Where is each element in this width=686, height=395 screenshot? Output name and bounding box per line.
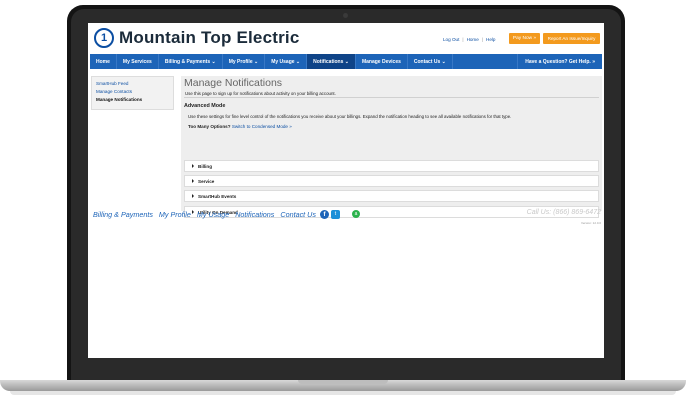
footer-link-my-profile[interactable]: My Profile bbox=[159, 210, 191, 219]
logo-text: Mountain Top Electric bbox=[119, 28, 300, 47]
page-subtitle: Use this page to sign up for notificatio… bbox=[185, 91, 336, 96]
nav-home[interactable]: Home bbox=[90, 54, 117, 69]
nav-my-services[interactable]: My Services bbox=[117, 54, 159, 69]
caret-right-icon bbox=[192, 164, 194, 168]
mode-heading: Advanced Mode bbox=[184, 103, 226, 109]
switch-condensed-mode-link[interactable]: Switch to Condensed Mode » bbox=[232, 124, 292, 129]
too-many-options: Too Many Options? Switch to Condensed Mo… bbox=[188, 124, 292, 129]
footer-link-billing-payments[interactable]: Billing & Payments bbox=[93, 210, 153, 219]
facebook-icon[interactable]: f bbox=[319, 209, 329, 219]
report-issue-button[interactable]: Report An Issue/Inquiry bbox=[543, 33, 600, 44]
nav-contact-us[interactable]: Contact Us ⌄ bbox=[408, 54, 453, 69]
nav-get-help[interactable]: Have a Question? Get Help. » bbox=[518, 59, 602, 65]
log-out-link[interactable]: Log Out bbox=[443, 37, 459, 42]
site-header: 1 Mountain Top Electric Log Out | Home |… bbox=[88, 23, 604, 53]
accordion-label: Billing bbox=[198, 163, 213, 169]
caret-right-icon bbox=[192, 179, 194, 183]
logo[interactable]: 1 Mountain Top Electric bbox=[94, 28, 300, 48]
footer-link-my-usage[interactable]: My Usage bbox=[197, 210, 229, 219]
nav-billing-payments[interactable]: Billing & Payments ⌄ bbox=[159, 54, 223, 69]
logo-icon: 1 bbox=[94, 28, 114, 48]
accordion-billing[interactable]: Billing bbox=[184, 160, 599, 172]
social-links: f t a bbox=[319, 209, 360, 219]
utility-links: Log Out | Home | Help bbox=[443, 37, 495, 42]
nav-my-profile[interactable]: My Profile ⌄ bbox=[223, 54, 266, 69]
app-icon[interactable]: a bbox=[351, 210, 360, 218]
help-link[interactable]: Help bbox=[486, 37, 495, 42]
sidebar-item-smarthub-feed[interactable]: SmartHub Feed bbox=[96, 80, 169, 88]
too-many-label: Too Many Options? bbox=[188, 124, 231, 129]
main-nav: Home My Services Billing & Payments ⌄ My… bbox=[90, 54, 602, 69]
laptop-notch bbox=[298, 380, 388, 384]
nav-my-usage[interactable]: My Usage ⌄ bbox=[265, 54, 308, 69]
accordion-label: Service bbox=[198, 178, 215, 184]
accordion-label: SmartHub Events bbox=[198, 193, 237, 199]
page-title: Manage Notifications bbox=[184, 77, 283, 89]
accordion-smarthub-events[interactable]: SmartHub Events bbox=[184, 190, 599, 202]
separator: | bbox=[462, 37, 464, 42]
footer-link-contact-us[interactable]: Contact Us bbox=[280, 210, 316, 219]
laptop-shadow bbox=[10, 391, 676, 395]
footer: Billing & Payments My Profile My Usage N… bbox=[93, 207, 601, 221]
pay-now-button[interactable]: Pay Now » bbox=[509, 33, 540, 44]
home-link[interactable]: Home bbox=[467, 37, 479, 42]
sidebar: SmartHub Feed Manage Contacts Manage Not… bbox=[91, 76, 174, 110]
main-content: Manage Notifications Use this page to si… bbox=[181, 76, 602, 218]
sidebar-item-manage-notifications[interactable]: Manage Notifications bbox=[96, 96, 169, 104]
nav-manage-devices[interactable]: Manage Devices bbox=[356, 54, 408, 69]
call-us-text: Call Us: (866) 869-6472 bbox=[526, 209, 601, 216]
nav-notifications[interactable]: Notifications ⌄ bbox=[307, 54, 356, 69]
footer-link-notifications[interactable]: Notifications bbox=[235, 210, 274, 219]
screen: 1 Mountain Top Electric Log Out | Home |… bbox=[88, 23, 604, 358]
twitter-icon[interactable]: t bbox=[330, 209, 340, 219]
nav-spacer bbox=[453, 54, 519, 69]
camera-icon bbox=[343, 13, 348, 18]
caret-right-icon bbox=[192, 194, 194, 198]
settings-description: Use these settings for fine level contro… bbox=[188, 114, 512, 119]
accordion-service[interactable]: Service bbox=[184, 175, 599, 187]
sidebar-item-manage-contacts[interactable]: Manage Contacts bbox=[96, 88, 169, 96]
version-text: Version: 12.0.0 bbox=[581, 221, 602, 225]
divider bbox=[184, 97, 599, 98]
separator: | bbox=[481, 37, 484, 42]
